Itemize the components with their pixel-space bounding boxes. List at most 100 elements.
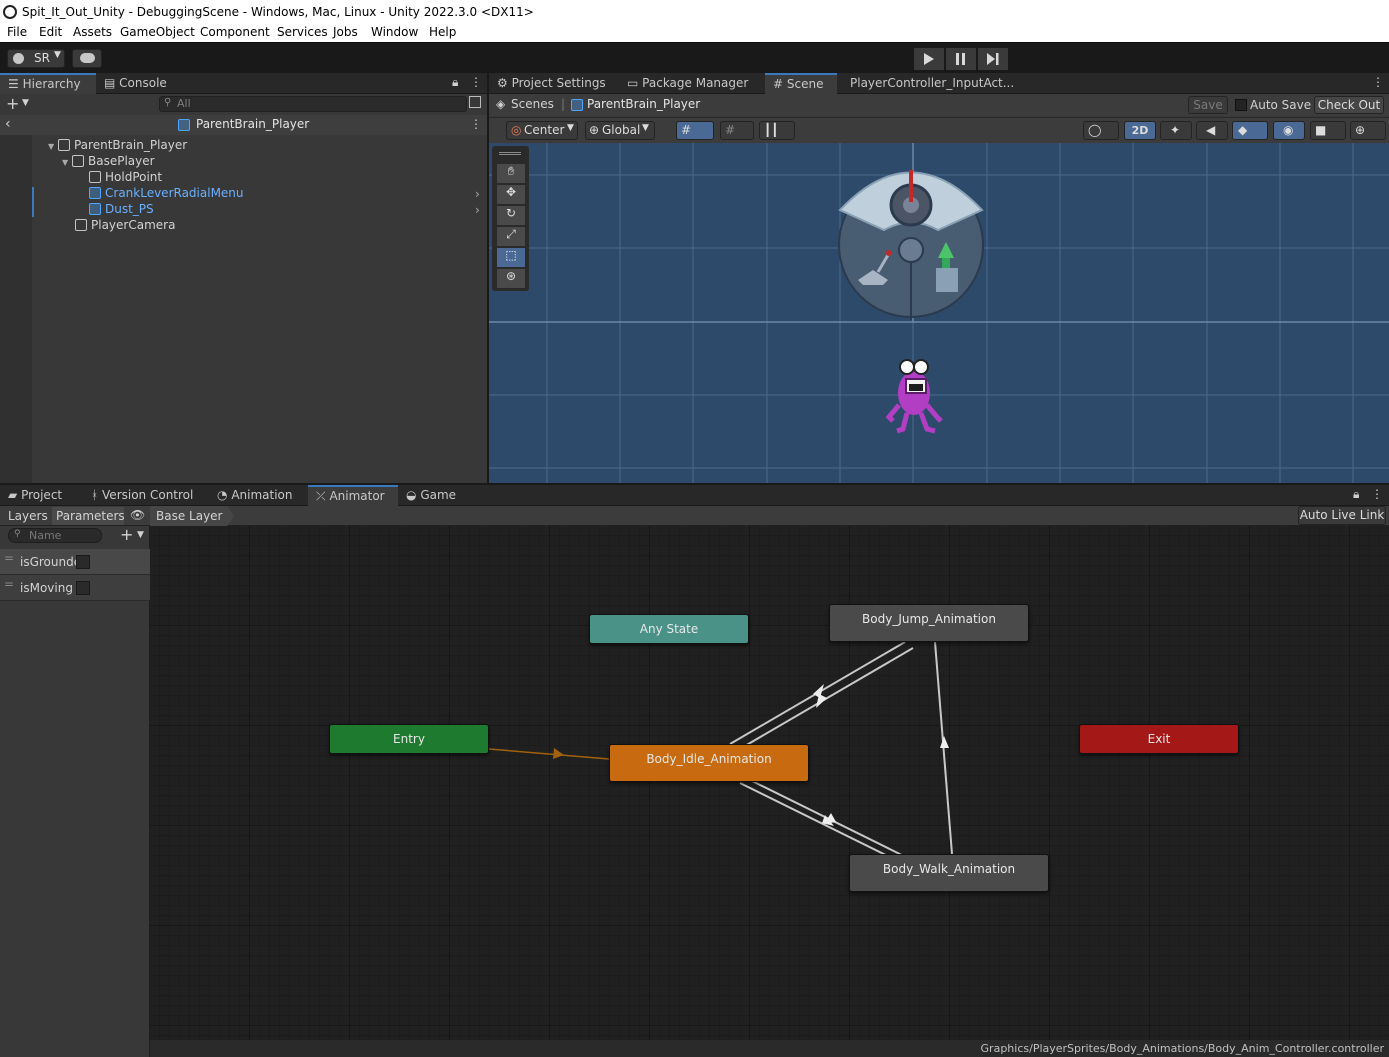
pivot-dropdown[interactable]: ◎ Center ▼ (506, 121, 578, 140)
scene-viewport[interactable]: ✋︎ ✥ ↻ ⤢ ⬚ ⊛ (489, 143, 1389, 483)
chevron-right-icon[interactable]: › (475, 203, 480, 217)
tab-console[interactable]: ▤ Console (96, 73, 175, 94)
tab-input-actions[interactable]: PlayerController_InputAct... (842, 73, 1022, 94)
effects-dropdown[interactable]: ◆ (1232, 121, 1268, 140)
chevron-right-icon[interactable]: › (475, 187, 480, 201)
state-node-walk[interactable]: Body_Walk_Animation (849, 854, 1049, 892)
more-menu-icon[interactable]: ⋮ (470, 75, 482, 89)
scene-visibility-icon[interactable] (469, 96, 481, 108)
account-dropdown[interactable]: SR ▼ (7, 49, 65, 68)
breadcrumb-scenes[interactable]: Scenes (511, 97, 554, 111)
lock-icon[interactable]: 🔒︎ (452, 75, 458, 90)
crank-lever-radial-menu-sprite[interactable] (838, 160, 988, 325)
hierarchy-row[interactable]: PlayerCamera (75, 217, 175, 233)
hierarchy-row[interactable]: CrankLeverRadialMenu (89, 185, 244, 201)
tab-label: Project (21, 488, 63, 502)
move-tool-icon[interactable]: ✥ (497, 185, 525, 204)
cloud-button[interactable] (72, 49, 102, 68)
tab-project-settings[interactable]: ⚙ Project Settings (489, 73, 614, 94)
back-arrow-icon[interactable]: ‹ (5, 116, 11, 132)
menu-file[interactable]: File (7, 25, 27, 39)
auto-save-checkbox[interactable] (1235, 99, 1247, 111)
exit-node[interactable]: Exit (1079, 724, 1239, 754)
space-dropdown[interactable]: ⊕ Global ▼ (585, 121, 655, 140)
tab-hierarchy[interactable]: ☰ Hierarchy (0, 73, 96, 94)
gizmos-dropdown[interactable]: ⊕ (1350, 121, 1386, 140)
drag-handle-icon[interactable]: = (4, 577, 14, 591)
transform-tool-icon[interactable]: ⊛ (497, 269, 525, 288)
parameter-name[interactable]: isGrounde (20, 555, 76, 569)
drag-handle-icon[interactable] (499, 152, 521, 155)
add-parameter-icon[interactable]: + (120, 525, 133, 544)
shading-mode-dropdown[interactable]: ◯ (1083, 121, 1119, 140)
parameter-row[interactable]: = isMoving (0, 575, 150, 601)
state-node-idle[interactable]: Body_Idle_Animation (609, 744, 809, 782)
menu-assets[interactable]: Assets (73, 25, 112, 39)
rect-tool-icon[interactable]: ⬚ (497, 248, 525, 267)
parameter-name[interactable]: isMoving (20, 581, 76, 595)
hierarchy-search-input[interactable]: ⚲ All (159, 96, 467, 112)
hierarchy-row[interactable]: ▼ BasePlayer (62, 153, 155, 169)
add-icon[interactable]: + (6, 94, 19, 113)
menu-component[interactable]: Component (200, 25, 270, 39)
play-button[interactable] (914, 48, 944, 70)
menu-help[interactable]: Help (429, 25, 456, 39)
expand-arrow-icon[interactable]: ▼ (48, 142, 54, 151)
pause-button[interactable] (946, 48, 976, 70)
more-menu-icon[interactable]: ⋮ (1372, 75, 1384, 89)
menu-services[interactable]: Services (277, 25, 328, 39)
menu-edit[interactable]: Edit (39, 25, 62, 39)
tab-project[interactable]: ▰ Project (0, 485, 70, 506)
base-layer-breadcrumb[interactable]: Base Layer (150, 506, 234, 526)
parameter-row[interactable]: = isGrounde (0, 549, 150, 575)
grid-snap-button[interactable]: # (676, 121, 714, 140)
step-button[interactable] (978, 48, 1008, 70)
increment-snap-button[interactable]: # (720, 121, 754, 140)
lock-icon[interactable]: 🔒︎ (1353, 487, 1359, 502)
hand-tool-icon[interactable]: ✋︎ (497, 164, 525, 183)
tab-animation[interactable]: ◔ Animation (209, 485, 301, 506)
parameter-checkbox[interactable] (76, 555, 90, 569)
more-menu-icon[interactable]: ⋮ (470, 117, 482, 131)
menu-jobs[interactable]: Jobs (333, 25, 358, 39)
save-button[interactable]: Save (1188, 96, 1228, 114)
2d-toggle[interactable]: 2D (1124, 121, 1156, 140)
menu-gameobject[interactable]: GameObject (120, 25, 195, 39)
parameter-search-input[interactable]: ⚲ Name (8, 528, 102, 543)
parameters-tab[interactable]: Parameters (52, 507, 125, 525)
any-state-node[interactable]: Any State (589, 614, 749, 644)
player-character-sprite[interactable] (881, 355, 951, 435)
parameter-checkbox[interactable] (76, 581, 90, 595)
entry-node[interactable]: Entry (329, 724, 489, 754)
drag-handle-icon[interactable]: = (4, 551, 14, 565)
tab-package-manager[interactable]: ▭ Package Manager (619, 73, 756, 94)
hierarchy-row[interactable]: ▼ ParentBrain_Player (48, 137, 187, 153)
tab-version-control[interactable]: ᚼ Version Control (83, 485, 201, 506)
chevron-down-icon[interactable]: ▼ (137, 530, 144, 540)
breadcrumb-prefab[interactable]: ParentBrain_Player (587, 97, 700, 111)
state-node-jump[interactable]: Body_Jump_Animation (829, 604, 1029, 642)
chevron-down-icon[interactable]: ▼ (22, 98, 29, 108)
hierarchy-row[interactable]: Dust_PS (89, 201, 154, 217)
hierarchy-row[interactable]: HoldPoint (89, 169, 162, 185)
rotate-tool-icon[interactable]: ↻ (497, 206, 525, 225)
play-icon (924, 53, 934, 65)
auto-live-link-button[interactable]: Auto Live Link (1298, 506, 1386, 525)
lighting-toggle[interactable]: ✦ (1160, 121, 1192, 140)
tab-animator[interactable]: ⤫ Animator (308, 485, 398, 506)
animator-graph[interactable]: Any State Body_Jump_Animation Entry Body… (150, 526, 1389, 1040)
tab-game[interactable]: ◒ Game (398, 485, 464, 506)
layers-tab[interactable]: Layers (3, 507, 51, 525)
ruler-button[interactable]: ┃┃ (759, 121, 795, 140)
hidden-objects-toggle[interactable]: ◉ (1273, 121, 1305, 140)
expand-arrow-icon[interactable]: ▼ (62, 158, 68, 167)
tab-scene[interactable]: # Scene (765, 73, 837, 94)
check-out-button[interactable]: Check Out (1314, 96, 1384, 114)
auto-save-label: Auto Save (1250, 98, 1312, 112)
menu-window[interactable]: Window (371, 25, 418, 39)
audio-toggle[interactable]: ◀ (1196, 121, 1228, 140)
camera-dropdown[interactable]: ■ (1310, 121, 1346, 140)
scale-tool-icon[interactable]: ⤢ (497, 227, 525, 246)
eye-icon[interactable]: 👁︎ (130, 508, 145, 522)
more-menu-icon[interactable]: ⋮ (1371, 487, 1383, 501)
